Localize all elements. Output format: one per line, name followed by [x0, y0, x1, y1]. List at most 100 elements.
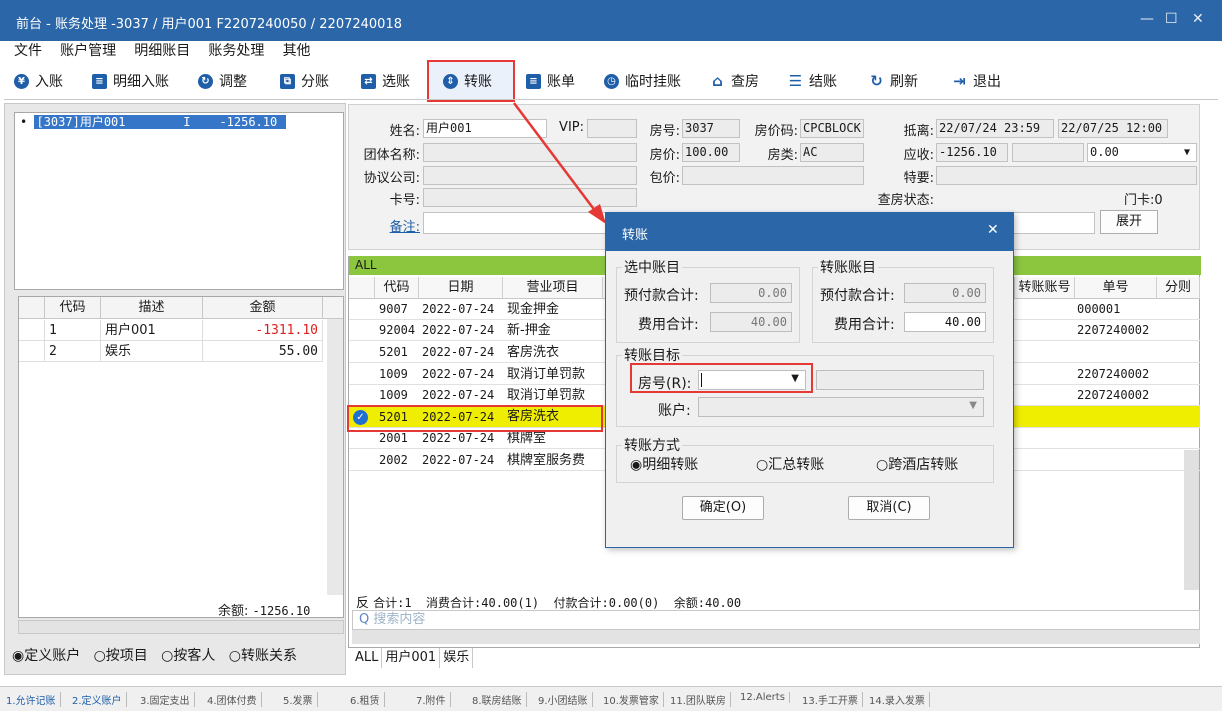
table-cell[interactable]: 2 — [45, 341, 101, 362]
arrival-field[interactable]: 22/07/24 23:59 — [936, 119, 1054, 138]
maximize-icon[interactable]: ☐ — [1165, 11, 1178, 27]
menu-file[interactable]: 文件 — [14, 41, 42, 61]
target-room-name-field[interactable] — [816, 370, 984, 390]
grid-header-doc-no[interactable]: 单号 — [1075, 277, 1157, 299]
cancel-button[interactable]: 取消(C) — [848, 496, 930, 520]
status-tab[interactable]: 6.租赁 — [350, 692, 385, 707]
menu-detail-items[interactable]: 明细账目 — [134, 41, 190, 61]
status-tab[interactable]: 14.录入发票 — [869, 692, 930, 707]
left-grid-vscroll[interactable] — [327, 319, 343, 595]
status-tab[interactable]: 5.发票 — [283, 692, 318, 707]
rate-label: 房价: — [649, 148, 680, 163]
status-tab[interactable]: 13.手工开票 — [802, 692, 863, 707]
status-tab[interactable]: 1.允许记账 — [6, 692, 61, 707]
target-account-label: 账户: — [658, 403, 691, 419]
tab-all[interactable]: ALL — [352, 648, 383, 668]
grid-vscroll[interactable] — [1184, 450, 1199, 590]
room-type-field[interactable]: AC — [800, 143, 864, 162]
checkout-button[interactable]: ☰ 结账 — [788, 69, 837, 93]
tab-user001[interactable]: 用户001 — [382, 648, 441, 668]
radio-detail-transfer[interactable]: ◉明细转账 — [630, 454, 698, 474]
split-button[interactable]: ⧉ 分账 — [280, 69, 329, 93]
grid-header-date[interactable]: 日期 — [419, 277, 503, 299]
ok-button[interactable]: 确定(O) — [682, 496, 764, 520]
tab-entertainment[interactable]: 娱乐 — [440, 648, 474, 668]
status-tab[interactable]: 7.附件 — [416, 692, 451, 707]
menu-accounting[interactable]: 账务处理 — [208, 41, 264, 61]
card-label: 卡号: — [389, 193, 420, 208]
radio-summary-transfer[interactable]: ○汇总转账 — [756, 454, 824, 474]
grid-header-desc[interactable]: 描述 — [101, 297, 203, 319]
radio-by-guest[interactable]: ○按客人 — [161, 648, 215, 664]
checkmark-icon[interactable]: ✓ — [353, 410, 368, 425]
grid-header-code[interactable]: 代码 — [45, 297, 101, 319]
table-cell[interactable]: -1311.10 — [203, 320, 323, 341]
tree-item[interactable]: • [3037]用户001 I -1256.10 — [20, 115, 287, 129]
detail-post-button[interactable]: ≡ 明细入账 — [92, 69, 169, 93]
check-room-button[interactable]: ⌂ 查房 — [710, 69, 759, 93]
sel-prepay-field[interactable]: 0.00 — [710, 283, 792, 303]
tr-fee-field[interactable]: 40.00 — [904, 312, 986, 332]
select-button[interactable]: ⇄ 选账 — [361, 69, 410, 93]
table-cell[interactable]: 55.00 — [203, 341, 323, 362]
post-button[interactable]: ¥ 入账 — [14, 69, 63, 93]
table-cell[interactable]: 1 — [45, 320, 101, 341]
radio-transfer-relation[interactable]: ○转账关系 — [229, 648, 297, 664]
minimize-icon[interactable]: — — [1140, 11, 1154, 27]
status-tab[interactable]: 10.发票管家 — [603, 692, 664, 707]
dialog-close-icon[interactable]: ✕ — [987, 222, 999, 238]
grid-header-item[interactable]: 营业项目 — [503, 277, 603, 299]
receivable-field[interactable]: -1256.10 — [936, 143, 1008, 162]
grid-header-split[interactable]: 分则 — [1157, 277, 1200, 299]
table-cell[interactable]: 用户001 — [101, 320, 203, 341]
transfer-button[interactable]: ⇕ 转账 — [443, 69, 492, 93]
room-label: 房号: — [649, 124, 680, 139]
amount-dropdown[interactable]: 0.00 ▼ — [1087, 143, 1197, 162]
departure-field[interactable]: 22/07/25 12:00 — [1058, 119, 1168, 138]
status-tab[interactable]: 8.联房结账 — [472, 692, 527, 707]
receivable-extra-field[interactable] — [1012, 143, 1084, 162]
grid-header-indicator — [19, 297, 45, 319]
temp-hold-button[interactable]: ◷ 临时挂账 — [604, 69, 681, 93]
radio-cross-hotel-transfer[interactable]: ○跨酒店转账 — [876, 454, 958, 474]
sel-fee-field[interactable]: 40.00 — [710, 312, 792, 332]
left-grid-hscroll[interactable] — [18, 620, 344, 634]
status-tab[interactable]: 11.团队联房 — [670, 692, 731, 707]
radio-define-account[interactable]: ◉定义账户 — [12, 648, 80, 664]
menu-account-management[interactable]: 账户管理 — [60, 41, 116, 61]
remark-link[interactable]: 备注: — [360, 216, 420, 235]
card-field[interactable] — [423, 188, 637, 207]
refresh-button[interactable]: ↻ 刷新 — [869, 69, 918, 93]
grid-header-transfer-account[interactable]: 转账账号 — [1015, 277, 1075, 299]
search-input[interactable]: Q 搜索内容 — [352, 610, 1200, 630]
radio-by-item[interactable]: ○按项目 — [94, 648, 148, 664]
exit-button[interactable]: ⇥ 退出 — [952, 69, 1001, 93]
special-field[interactable] — [936, 166, 1197, 185]
bill-button[interactable]: ≡ 账单 — [526, 69, 575, 93]
expand-button[interactable]: 展开 — [1100, 210, 1158, 234]
room-field[interactable]: 3037 — [682, 119, 740, 138]
status-tab[interactable]: 4.团体付费 — [207, 692, 262, 707]
vip-field[interactable] — [587, 119, 637, 138]
group-field[interactable] — [423, 143, 637, 162]
package-field[interactable] — [682, 166, 864, 185]
grid-header-code[interactable]: 代码 — [375, 277, 419, 299]
name-field[interactable]: 用户001 — [423, 119, 547, 138]
grid-hscroll[interactable] — [352, 630, 1200, 644]
table-cell[interactable]: 娱乐 — [101, 341, 203, 362]
tr-prepay-field[interactable]: 0.00 — [904, 283, 986, 303]
account-tree[interactable] — [14, 112, 344, 290]
status-tab[interactable]: 12.Alerts — [740, 692, 790, 703]
tree-item-selected[interactable]: [3037]用户001 I -1256.10 — [34, 115, 287, 129]
status-tab[interactable]: 2.定义账户 — [72, 692, 127, 707]
rate-field[interactable]: 100.00 — [682, 143, 740, 162]
close-icon[interactable]: ✕ — [1192, 11, 1204, 27]
rate-code-field[interactable]: CPCBLOCK — [800, 119, 864, 138]
status-tab[interactable]: 3.固定支出 — [140, 692, 195, 707]
status-tab[interactable]: 9.小团结账 — [538, 692, 593, 707]
adjust-button[interactable]: ↻ 调整 — [198, 69, 247, 93]
target-account-combobox[interactable]: ▼ — [698, 397, 984, 417]
grid-header-amount[interactable]: 金额 — [203, 297, 323, 319]
menu-other[interactable]: 其他 — [283, 41, 311, 61]
company-field[interactable] — [423, 166, 637, 185]
